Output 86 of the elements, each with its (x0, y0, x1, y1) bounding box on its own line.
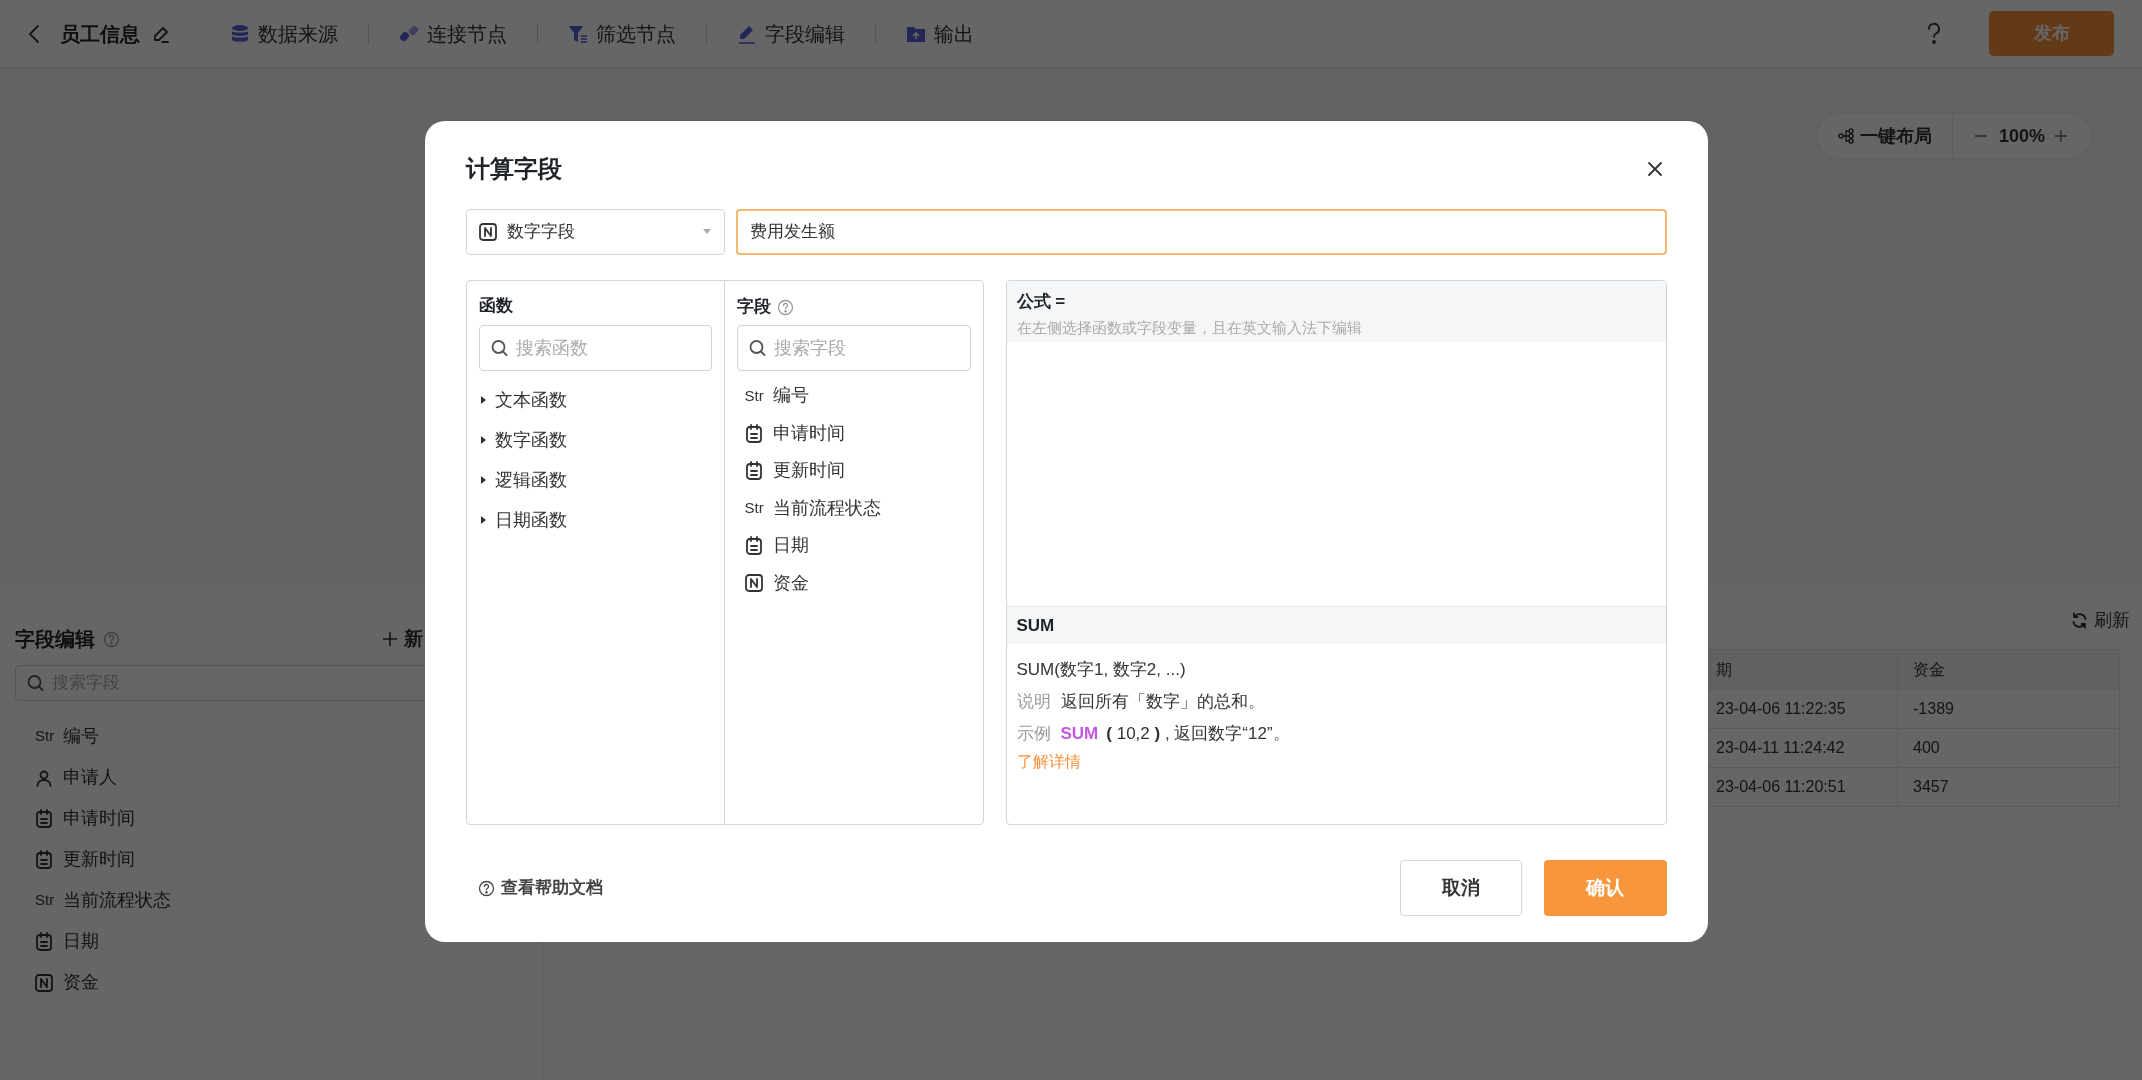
page-title: 员工信息 (60, 21, 140, 47)
plus-icon (382, 631, 398, 647)
column-header: 期 (1707, 649, 1898, 690)
field-item[interactable]: 更新时间 (772, 457, 845, 485)
help-icon (103, 630, 120, 648)
type-label: Str (35, 726, 56, 747)
field-item[interactable]: 申请时间 (772, 419, 845, 447)
formula-hint: 在左侧选择函数或字段变量，且在英文输入法下编辑 (1016, 317, 1363, 338)
table-cell: 400 (1897, 728, 2120, 768)
help-icon (477, 879, 495, 897)
calendar-icon (35, 809, 53, 828)
field-item[interactable]: 当前流程状态 (63, 887, 171, 914)
confirm-button[interactable]: 确认 (1543, 860, 1667, 916)
zoom-in-icon[interactable] (2053, 128, 2069, 144)
column-title: 字段 (736, 296, 771, 319)
type-select[interactable]: 数字字段 (465, 209, 725, 255)
zoom-level: 100% (1998, 124, 2045, 148)
field-search-field[interactable]: 搜索字段 (736, 325, 971, 371)
example-label: 示例 (1016, 723, 1051, 746)
type-label: Str (744, 385, 765, 406)
back-icon[interactable] (28, 23, 40, 44)
number-type-icon (478, 223, 497, 241)
field-item[interactable]: 编号 (63, 723, 99, 750)
new-field-button[interactable]: 新 (382, 624, 423, 654)
calendar-icon (35, 850, 53, 869)
search-icon (490, 339, 508, 357)
field-item[interactable]: 资金 (772, 569, 809, 597)
formula-label: 公式 = (1016, 291, 1067, 313)
table-cell: -1389 (1897, 689, 2120, 729)
field-item[interactable]: 申请人 (63, 764, 117, 791)
field-item[interactable]: 编号 (772, 382, 809, 410)
function-search-field[interactable]: 搜索函数 (478, 325, 712, 371)
calendar-icon (744, 461, 763, 481)
toolbar-button[interactable]: 数据来源 (230, 18, 338, 49)
dropdown-caret-icon (701, 229, 712, 235)
type-label: Str (35, 890, 56, 911)
function-group[interactable]: 逻辑函数 (478, 460, 712, 500)
panel-title: 字段编辑 (15, 627, 95, 652)
publish-button[interactable]: 发布 (1989, 11, 2114, 56)
tree-icon (1837, 128, 1854, 144)
learn-more-link[interactable]: 了解详情 (1016, 750, 1081, 774)
search-icon (27, 674, 44, 692)
function-description: 返回所有「数字」的总和。 (1060, 691, 1265, 714)
pencil-icon (737, 23, 757, 44)
function-name: SUM (1016, 614, 1055, 637)
cancel-button[interactable]: 取消 (1399, 860, 1522, 916)
name-input-field[interactable]: 费用发生额 (735, 209, 1667, 255)
pencil-icon[interactable] (152, 24, 170, 43)
calendar-icon (744, 536, 763, 556)
function-group[interactable]: 数字函数 (478, 420, 712, 460)
description-label: 说明 (1016, 691, 1051, 714)
calendar-icon (35, 932, 53, 951)
field-item[interactable]: 资金 (63, 969, 99, 996)
auto-layout-button[interactable]: 一键布局 (1817, 114, 1953, 158)
number-type-icon (744, 574, 763, 593)
help-doc-link[interactable]: 查看帮助文档 (477, 875, 603, 901)
field-item[interactable]: 更新时间 (63, 846, 135, 873)
dialog-title: 计算字段 (465, 154, 562, 184)
function-group[interactable]: 文本函数 (478, 380, 712, 420)
type-label: Str (744, 498, 765, 518)
refresh-button[interactable]: 刷新 (2071, 607, 2130, 634)
filter-icon (568, 23, 588, 44)
search-icon (748, 339, 766, 357)
field-item[interactable]: 申请时间 (63, 805, 135, 832)
close-icon[interactable] (1646, 161, 1663, 177)
toolbar-button[interactable]: 输出 (906, 18, 974, 49)
column-title: 函数 (478, 295, 514, 317)
function-group[interactable]: 日期函数 (478, 500, 712, 540)
field-item[interactable]: 日期 (63, 928, 99, 955)
field-item[interactable]: 当前流程状态 (772, 494, 881, 522)
toolbar-button[interactable]: 连接节点 (399, 18, 507, 49)
help-icon (776, 298, 794, 316)
toolbar-button[interactable]: 字段编辑 (737, 18, 845, 49)
refresh-icon (2071, 612, 2088, 629)
help-icon[interactable] (1927, 22, 1941, 45)
number-type-icon (35, 973, 53, 992)
table-cell: 3457 (1897, 767, 2120, 807)
toolbar-button[interactable]: 筛选节点 (568, 18, 676, 49)
example-function: SUM (1060, 723, 1099, 746)
column-header: 资金 (1897, 649, 2120, 690)
field-item[interactable]: 日期 (772, 532, 809, 560)
calendar-icon (744, 423, 763, 443)
function-signature: SUM(数字1, 数字2, ...) (1016, 659, 1187, 682)
example-text: ( 10,2 ) , 返回数字“12”。 (1106, 723, 1290, 746)
person-icon (35, 768, 53, 787)
database-icon (230, 23, 250, 44)
